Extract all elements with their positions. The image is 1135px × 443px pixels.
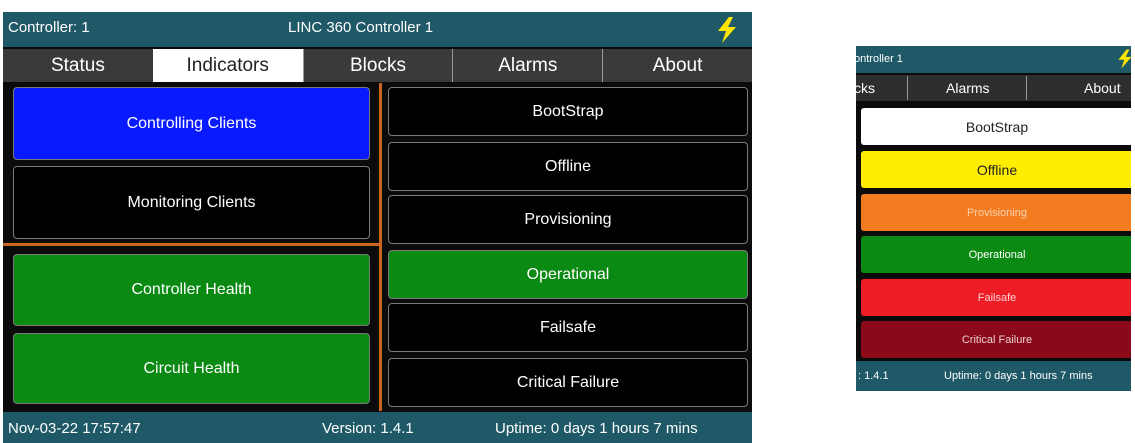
lightning-bolt-icon xyxy=(1118,49,1131,69)
tab-separator xyxy=(907,76,908,100)
vertical-divider xyxy=(379,83,382,411)
controller-id: Controller: 1 xyxy=(8,19,90,36)
monitoring-clients-indicator[interactable]: Monitoring Clients xyxy=(13,166,370,239)
critical-failure-indicator[interactable]: Critical Failure xyxy=(388,358,748,407)
operational-indicator[interactable]: Operational xyxy=(861,236,1131,273)
version-text: : 1.4.1 xyxy=(858,370,889,382)
datetime-text: Nov-03-22 17:57:47 xyxy=(8,420,141,437)
tab-indicators[interactable]: Indicators xyxy=(152,49,303,82)
mobile-title-bar: ontroller 1 xyxy=(856,46,1131,73)
controller-title: LINC 360 Controller 1 xyxy=(288,19,434,36)
tab-blocks[interactable]: Blocks xyxy=(302,49,453,82)
tab-alarms[interactable]: Alarms xyxy=(946,80,990,96)
controller-screen: Controller: 1 LINC 360 Controller 1 Stat… xyxy=(3,12,752,443)
offline-indicator[interactable]: Offline xyxy=(388,142,748,191)
mobile-tab-bar: cks Alarms About xyxy=(856,75,1131,101)
mobile-controller-title: ontroller 1 xyxy=(856,53,903,65)
mobile-status-bar: : 1.4.1 Uptime: 0 days 1 hours 7 mins xyxy=(856,361,1131,391)
tab-bar: Status Indicators Blocks Alarms About xyxy=(3,49,752,82)
tab-blocks[interactable]: cks xyxy=(856,80,875,96)
failsafe-indicator[interactable]: Failsafe xyxy=(388,303,748,352)
critical-failure-indicator[interactable]: Critical Failure xyxy=(861,321,1131,358)
tab-about[interactable]: About xyxy=(602,49,752,82)
tab-status[interactable]: Status xyxy=(3,49,153,82)
provisioning-indicator[interactable]: Provisioning xyxy=(388,195,748,244)
title-bar: Controller: 1 LINC 360 Controller 1 xyxy=(3,12,752,47)
mobile-screen: ontroller 1 cks Alarms About BootStrap O… xyxy=(856,46,1131,391)
status-bar: Nov-03-22 17:57:47 Version: 1.4.1 Uptime… xyxy=(3,412,752,443)
tab-about[interactable]: About xyxy=(1084,80,1121,96)
controller-health-indicator[interactable]: Controller Health xyxy=(13,254,370,326)
horizontal-divider xyxy=(3,243,379,246)
circuit-health-indicator[interactable]: Circuit Health xyxy=(13,333,370,404)
failsafe-indicator[interactable]: Failsafe xyxy=(861,279,1131,316)
controlling-clients-indicator[interactable]: Controlling Clients xyxy=(13,87,370,160)
version-text: Version: 1.4.1 xyxy=(322,420,414,437)
lightning-bolt-icon xyxy=(718,17,736,43)
operational-indicator[interactable]: Operational xyxy=(388,250,748,299)
tab-alarms[interactable]: Alarms xyxy=(452,49,602,82)
tab-separator xyxy=(1026,76,1027,100)
uptime-text: Uptime: 0 days 1 hours 7 mins xyxy=(495,420,698,437)
offline-indicator[interactable]: Offline xyxy=(861,151,1131,188)
uptime-text: Uptime: 0 days 1 hours 7 mins xyxy=(944,370,1093,382)
bootstrap-indicator[interactable]: BootStrap xyxy=(388,87,748,136)
bootstrap-indicator[interactable]: BootStrap xyxy=(861,108,1131,145)
provisioning-indicator[interactable]: Provisioning xyxy=(861,194,1131,231)
